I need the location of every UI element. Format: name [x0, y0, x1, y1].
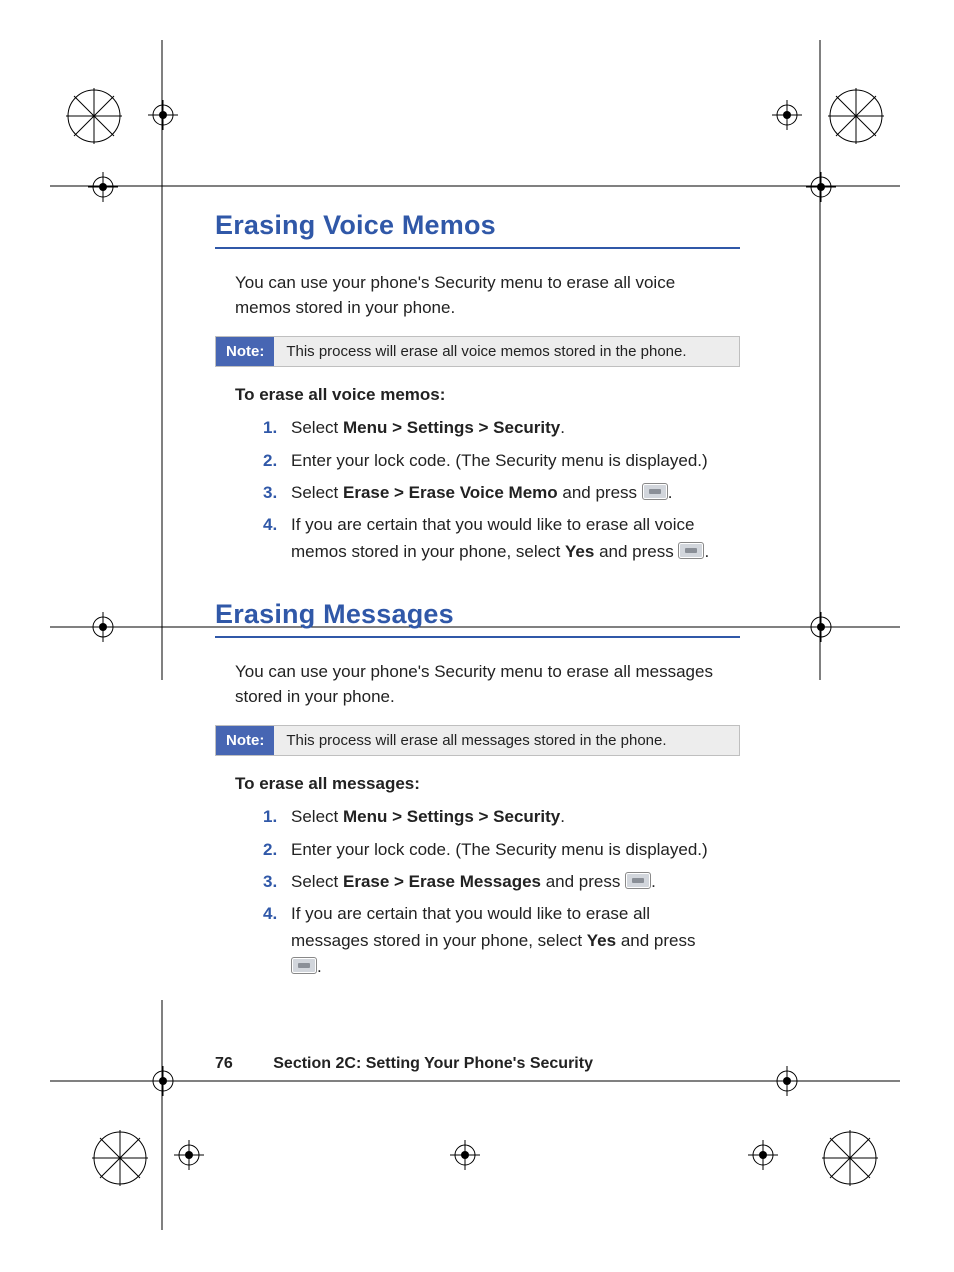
- note-box: Note: This process will erase all voice …: [215, 336, 740, 367]
- registration-target-icon: [174, 1140, 204, 1170]
- note-text: This process will erase all messages sto…: [274, 726, 678, 755]
- step-item: Select Erase > Erase Voice Memo and pres…: [263, 480, 720, 506]
- step-text: .: [560, 807, 565, 826]
- step-text: and press: [541, 872, 625, 891]
- step-item: Select Menu > Settings > Security.: [263, 415, 720, 441]
- sub-heading: To erase all messages:: [235, 774, 720, 794]
- note-text: This process will erase all voice memos …: [274, 337, 698, 366]
- step-bold: Yes: [587, 931, 616, 950]
- registration-target-icon: [148, 100, 178, 130]
- steps-list: Select Menu > Settings > Security. Enter…: [263, 804, 720, 980]
- step-text: Enter your lock code. (The Security menu…: [291, 840, 708, 859]
- registration-mark-icon: [64, 86, 124, 146]
- step-item: Enter your lock code. (The Security menu…: [263, 837, 720, 863]
- step-text: .: [668, 483, 673, 502]
- phone-key-icon: [625, 872, 651, 889]
- phone-key-icon: [291, 957, 317, 974]
- page-footer: 76 Section 2C: Setting Your Phone's Secu…: [215, 1055, 593, 1073]
- step-bold: Yes: [565, 542, 594, 561]
- heading-rule: [215, 636, 740, 638]
- registration-target-icon: [748, 1140, 778, 1170]
- intro-text: You can use your phone's Security menu t…: [235, 660, 720, 709]
- step-item: Enter your lock code. (The Security menu…: [263, 448, 720, 474]
- heading-rule: [215, 247, 740, 249]
- registration-target-icon: [88, 612, 118, 642]
- registration-target-icon: [806, 172, 836, 202]
- step-text: .: [704, 542, 709, 561]
- registration-target-icon: [772, 1066, 802, 1096]
- step-text: and press: [616, 931, 695, 950]
- step-text: Select: [291, 483, 343, 502]
- step-text: Select: [291, 418, 343, 437]
- registration-mark-icon: [820, 1128, 880, 1188]
- registration-target-icon: [88, 172, 118, 202]
- phone-key-icon: [642, 483, 668, 500]
- note-label: Note:: [216, 337, 274, 366]
- footer-section-label: Section 2C: Setting Your Phone's Securit…: [273, 1055, 593, 1072]
- step-item: If you are certain that you would like t…: [263, 512, 720, 565]
- registration-target-icon: [806, 612, 836, 642]
- heading-erasing-voice-memos: Erasing Voice Memos: [215, 210, 740, 241]
- page-number: 76: [215, 1055, 233, 1072]
- step-text: .: [560, 418, 565, 437]
- step-text: Enter your lock code. (The Security menu…: [291, 451, 708, 470]
- step-item: Select Menu > Settings > Security.: [263, 804, 720, 830]
- steps-list: Select Menu > Settings > Security. Enter…: [263, 415, 720, 565]
- step-text: and press: [558, 483, 642, 502]
- intro-text: You can use your phone's Security menu t…: [235, 271, 720, 320]
- note-box: Note: This process will erase all messag…: [215, 725, 740, 756]
- sub-heading: To erase all voice memos:: [235, 385, 720, 405]
- step-text: .: [651, 872, 656, 891]
- registration-target-icon: [148, 1066, 178, 1096]
- heading-erasing-messages: Erasing Messages: [215, 599, 740, 630]
- step-text: and press: [594, 542, 678, 561]
- note-label: Note:: [216, 726, 274, 755]
- step-item: If you are certain that you would like t…: [263, 901, 720, 980]
- phone-key-icon: [678, 542, 704, 559]
- registration-target-icon: [772, 100, 802, 130]
- step-bold: Menu > Settings > Security: [343, 418, 560, 437]
- step-bold: Menu > Settings > Security: [343, 807, 560, 826]
- step-item: Select Erase > Erase Messages and press …: [263, 869, 720, 895]
- step-bold: Erase > Erase Messages: [343, 872, 541, 891]
- step-text: Select: [291, 872, 343, 891]
- registration-target-icon: [450, 1140, 480, 1170]
- step-text: .: [317, 957, 322, 976]
- registration-mark-icon: [90, 1128, 150, 1188]
- registration-mark-icon: [826, 86, 886, 146]
- step-bold: Erase > Erase Voice Memo: [343, 483, 558, 502]
- step-text: Select: [291, 807, 343, 826]
